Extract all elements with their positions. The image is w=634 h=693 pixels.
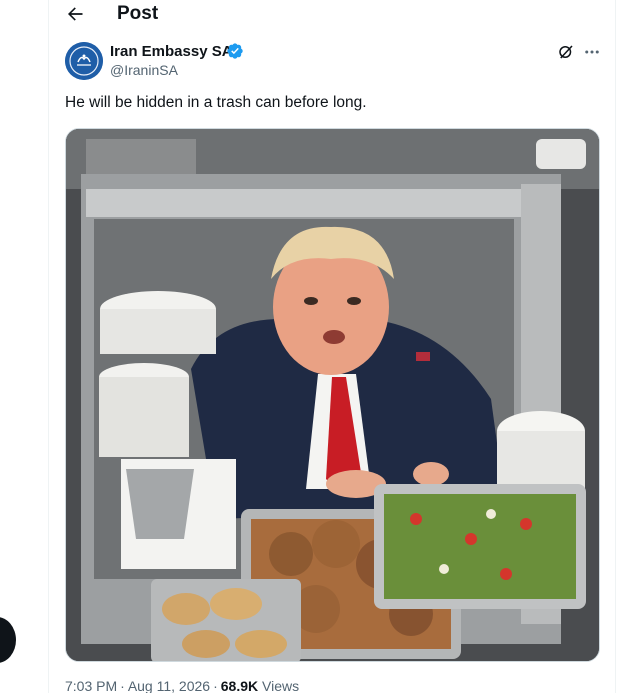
emblem-icon [65, 42, 103, 80]
tweet-time[interactable]: 7:03 PM [65, 678, 117, 693]
tweet-image[interactable] [65, 128, 600, 662]
verified-badge-icon [227, 43, 243, 59]
post-header: Post [49, 0, 615, 32]
avatar[interactable] [65, 42, 103, 80]
meta-separator: · [213, 678, 218, 693]
floating-action-button[interactable] [0, 617, 16, 663]
tweet-date[interactable]: Aug 11, 2026 [128, 678, 210, 693]
page-title: Post [117, 3, 159, 24]
tweet-text: He will be hidden in a trash can before … [65, 94, 367, 111]
timeline-left-border [48, 0, 49, 693]
meta-separator: · [120, 678, 125, 693]
views-label: Views [262, 678, 300, 693]
kitchen-cart-scene [66, 129, 599, 661]
tweet-meta: 7:03 PM · Aug 11, 2026 · 68.9K Views [65, 678, 299, 693]
arrow-left-icon[interactable] [65, 4, 85, 24]
author-handle[interactable]: @IraninSA [110, 62, 178, 78]
more-icon[interactable] [583, 43, 601, 61]
author-name[interactable]: Iran Embassy SA [110, 43, 233, 60]
timeline-right-border [615, 0, 616, 693]
views-count: 68.9K [220, 678, 259, 693]
grok-icon[interactable] [557, 43, 575, 61]
